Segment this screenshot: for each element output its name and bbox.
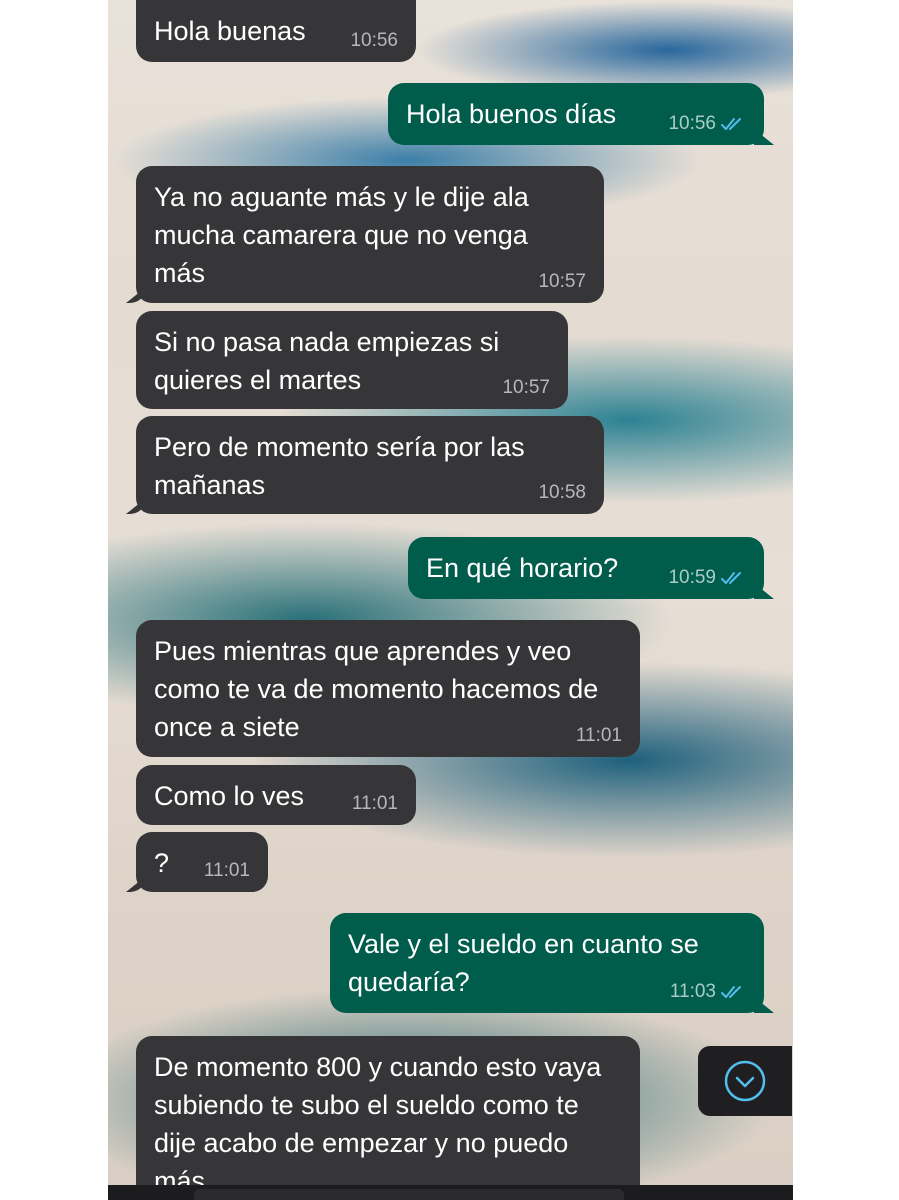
message-time: 10:57 <box>538 271 586 292</box>
message-meta: 11:01 <box>352 793 398 815</box>
message-time: 11:03 <box>669 981 716 1002</box>
outgoing-message[interactable]: Hola buenos días 10:56 <box>388 83 764 145</box>
message-text: De momento 800 y cuando esto vaya subien… <box>154 1052 602 1185</box>
message-time: 11:01 <box>351 793 398 814</box>
message-meta: 10:58 <box>538 482 586 504</box>
incoming-message[interactable]: ? 11:01 <box>136 832 268 892</box>
message-time: 10:57 <box>502 377 550 398</box>
message-meta: 10:59 <box>668 567 746 589</box>
outgoing-message[interactable]: En qué horario? 10:59 <box>408 537 764 599</box>
screenshot-page: Hola buenas 10:56 Hola buenos días 10:56… <box>0 0 899 1200</box>
message-composer-bar <box>108 1185 793 1200</box>
message-time: 11:01 <box>575 725 622 746</box>
message-text: En qué horario? <box>426 553 619 583</box>
outgoing-message[interactable]: Vale y el sueldo en cuanto se quedaría? … <box>330 913 764 1013</box>
scroll-to-bottom-button[interactable] <box>698 1046 792 1116</box>
message-meta: 11:03 <box>670 981 746 1003</box>
chevron-down-circle-icon <box>724 1060 766 1102</box>
incoming-message[interactable]: Pero de momento sería por las mañanas 10… <box>136 416 604 514</box>
message-text: Hola buenos días <box>406 99 617 129</box>
incoming-message[interactable]: Como lo ves 11:01 <box>136 765 416 825</box>
incoming-message[interactable]: Ya no aguante más y le dije ala mucha ca… <box>136 166 604 303</box>
message-text: Hola buenas <box>154 16 306 46</box>
message-meta: 11:01 <box>576 725 622 747</box>
message-meta: 11:01 <box>204 860 250 882</box>
message-time: 10:59 <box>668 567 716 588</box>
message-time: 10:58 <box>538 482 586 503</box>
double-check-icon <box>721 986 741 998</box>
message-text: Ya no aguante más y le dije ala mucha ca… <box>154 182 529 288</box>
message-meta: 10:56 <box>668 113 746 135</box>
message-text: Pues mientras que aprendes y veo como te… <box>154 636 599 742</box>
message-time: 10:56 <box>350 30 398 51</box>
message-text: Si no pasa nada empiezas si quieres el m… <box>154 327 500 395</box>
double-check-icon <box>721 572 741 584</box>
message-text: Vale y el sueldo en cuanto se quedaría? <box>348 929 699 997</box>
incoming-message[interactable]: Pues mientras que aprendes y veo como te… <box>136 620 640 757</box>
double-check-icon <box>721 118 741 130</box>
incoming-message[interactable]: De momento 800 y cuando esto vaya subien… <box>136 1036 640 1185</box>
incoming-message[interactable]: Hola buenas 10:56 <box>136 0 416 62</box>
message-text: ? <box>154 848 170 878</box>
message-time: 10:56 <box>668 113 716 134</box>
message-meta: 10:57 <box>502 377 550 399</box>
message-meta: 10:57 <box>538 271 586 293</box>
message-text: Pero de momento sería por las mañanas <box>154 432 525 500</box>
message-text: Como lo ves <box>154 781 305 811</box>
incoming-message[interactable]: Si no pasa nada empiezas si quieres el m… <box>136 311 568 409</box>
message-time: 11:01 <box>203 860 250 881</box>
message-meta: 10:56 <box>350 30 398 52</box>
chat-conversation[interactable]: Hola buenas 10:56 Hola buenos días 10:56… <box>108 0 793 1185</box>
message-input[interactable] <box>194 1189 624 1200</box>
